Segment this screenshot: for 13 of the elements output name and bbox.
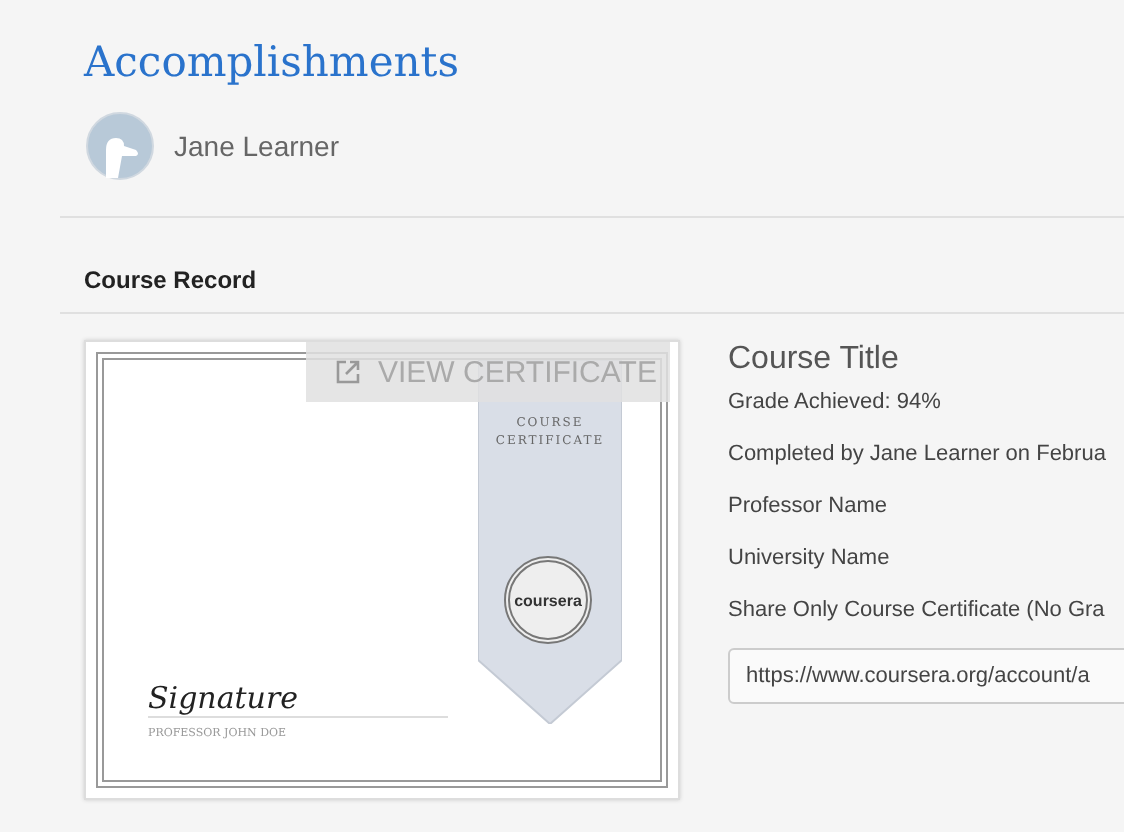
external-link-icon bbox=[334, 358, 362, 386]
section-title: Course Record bbox=[84, 266, 259, 294]
course-detail: Completed by Jane Learner on Februa bbox=[728, 440, 1108, 468]
course-detail: Professor Name bbox=[728, 492, 889, 520]
share-link-field[interactable]: https://www.coursera.org/account/a bbox=[728, 648, 1124, 704]
profile-name: Jane Learner bbox=[174, 130, 340, 162]
page-title: Accomplishments bbox=[84, 36, 462, 90]
course-title: Course Title bbox=[728, 340, 901, 380]
avatar-icon bbox=[86, 112, 154, 180]
signature: Signature bbox=[148, 680, 448, 718]
course-detail: Share Only Course Certificate (No Gra bbox=[728, 596, 1107, 624]
course-detail: Grade Achieved: 94% bbox=[728, 388, 943, 416]
course-detail: University Name bbox=[728, 544, 892, 572]
